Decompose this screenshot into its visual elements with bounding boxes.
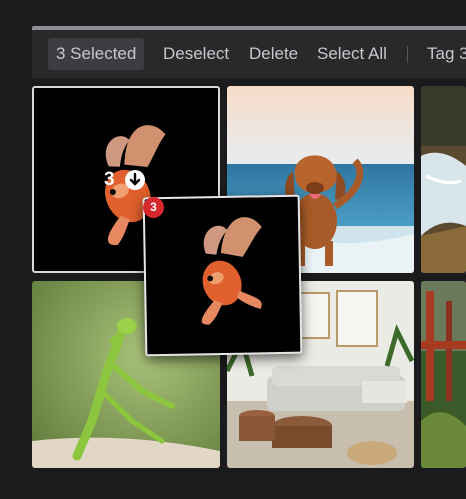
delete-button[interactable]: Delete — [249, 38, 298, 70]
select-all-button[interactable]: Select All — [317, 38, 387, 70]
goldfish-drag-image — [201, 217, 262, 325]
selected-count-button[interactable]: 3 Selected — [48, 38, 145, 70]
photo-tile-machinery[interactable] — [421, 281, 466, 468]
selection-toolbar: 3 Selected Deselect Delete Select All Ta… — [32, 30, 466, 78]
tag-button[interactable]: Tag 3 — [427, 38, 466, 70]
download-icon — [125, 170, 145, 190]
photo-tile-waterfall[interactable] — [421, 86, 466, 273]
machinery-image — [421, 281, 466, 468]
deselect-button[interactable]: Deselect — [163, 38, 229, 70]
drag-preview — [142, 194, 303, 357]
selection-count-label: 3 — [104, 169, 115, 190]
drag-count-badge: 3 — [143, 197, 164, 218]
waterfall-image — [421, 86, 466, 273]
toolbar-divider — [407, 46, 408, 63]
